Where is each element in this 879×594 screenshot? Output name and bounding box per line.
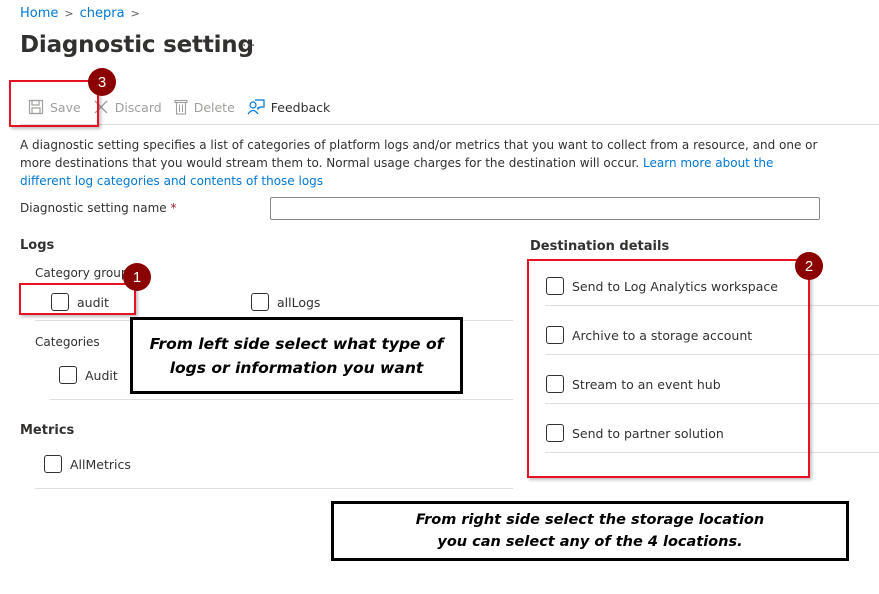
breadcrumb-resource[interactable]: chepra (80, 6, 125, 21)
more-options-button[interactable]: ··· (242, 38, 255, 54)
name-label-text: Diagnostic setting name (20, 201, 167, 215)
audit-category-checkbox[interactable] (59, 366, 77, 384)
breadcrumb: Home > chepra > (20, 6, 140, 21)
step-badge-2: 2 (795, 252, 823, 280)
discard-button[interactable]: Discard (93, 99, 162, 115)
alllogs-label: allLogs (277, 294, 321, 310)
delete-button[interactable]: Delete (174, 99, 235, 115)
alllogs-checkbox[interactable] (251, 293, 269, 311)
divider (50, 399, 513, 400)
description: A diagnostic setting specifies a list of… (20, 136, 820, 190)
category-group-alllogs[interactable]: allLogs (251, 293, 320, 311)
save-highlight-box (9, 80, 99, 127)
feedback-label: Feedback (270, 99, 331, 115)
audit-highlight-box (19, 283, 136, 315)
allmetrics-checkbox[interactable] (44, 455, 62, 473)
callout-left: From left side select what type of logs … (130, 317, 463, 394)
metric-allmetrics[interactable]: AllMetrics (44, 455, 131, 473)
required-marker: * (170, 201, 177, 215)
metrics-heading: Metrics (20, 423, 75, 438)
category-audit[interactable]: Audit (59, 366, 118, 384)
breadcrumb-home[interactable]: Home (20, 6, 58, 21)
trash-icon (174, 99, 188, 115)
delete-label: Delete (193, 99, 235, 115)
name-field-label: Diagnostic setting name * (20, 201, 176, 215)
callout-right-line-2: you can select any of the 4 locations. (437, 534, 743, 550)
categories-label: Categories (35, 335, 100, 349)
discard-label: Discard (114, 99, 162, 115)
step-badge-1: 1 (123, 263, 151, 291)
feedback-button[interactable]: Feedback (247, 99, 331, 115)
destination-heading: Destination details (530, 239, 670, 254)
step-badge-3: 3 (88, 68, 116, 96)
toolbar-divider (20, 124, 879, 125)
page-title: Diagnostic setting (20, 32, 254, 58)
destination-highlight-box (527, 259, 810, 478)
callout-right: From right side select the storage locat… (331, 501, 849, 561)
allmetrics-label: AllMetrics (70, 456, 131, 472)
audit-category-label: Audit (85, 367, 118, 383)
category-groups-label: Category groups (35, 266, 135, 280)
callout-right-line-1: From right side select the storage locat… (415, 512, 765, 528)
diagnostic-setting-name-input[interactable] (270, 197, 820, 220)
callout-left-line-1: From left side select what type of (149, 334, 444, 353)
logs-heading: Logs (20, 238, 55, 253)
divider (35, 488, 513, 489)
feedback-icon (247, 99, 265, 115)
callout-left-line-2: logs or information you want (169, 358, 424, 377)
breadcrumb-separator: > (130, 7, 140, 20)
breadcrumb-separator: > (64, 7, 74, 20)
